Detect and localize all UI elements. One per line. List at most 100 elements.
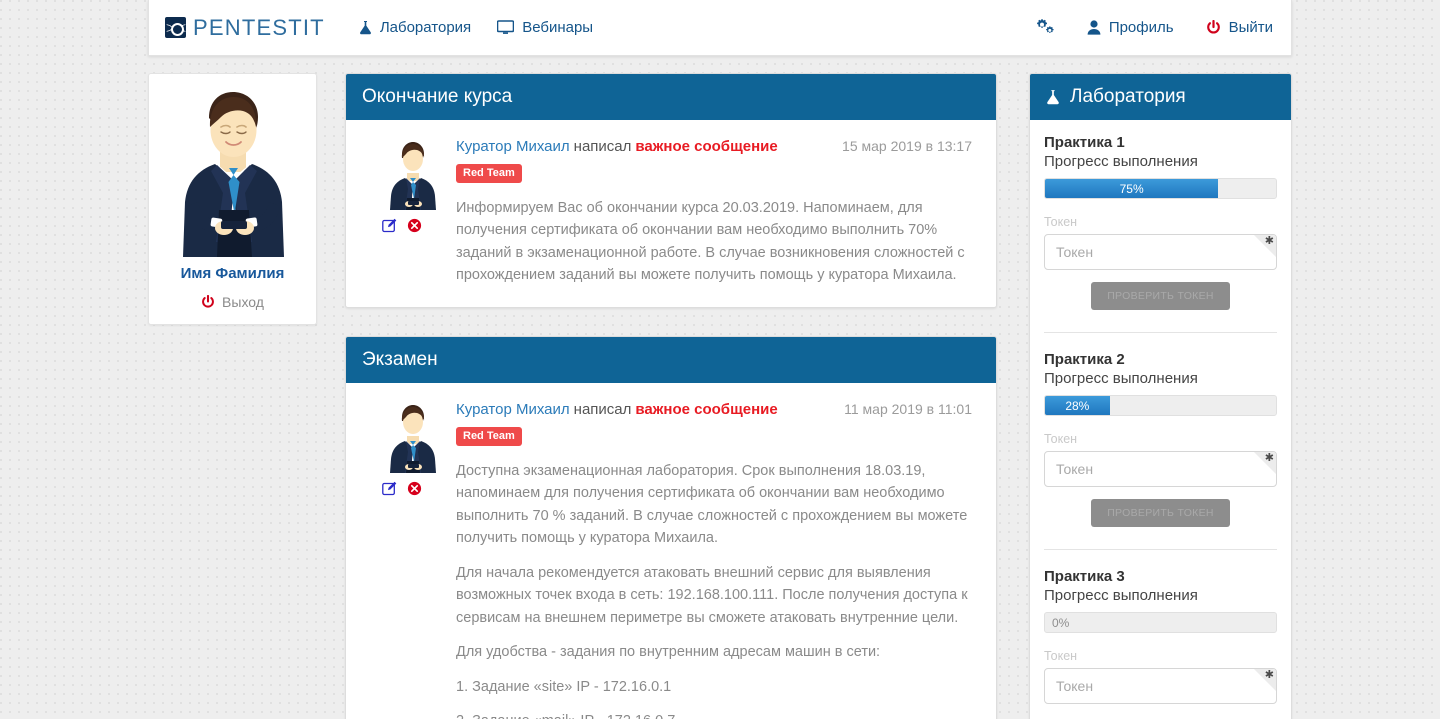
user-icon [1087, 20, 1101, 35]
post-text: Информируем Вас об окончании курса 20.03… [456, 197, 972, 287]
power-icon [1206, 20, 1221, 35]
monitor-icon [497, 20, 515, 35]
post-paragraph: Информируем Вас об окончании курса 20.03… [456, 200, 965, 284]
check-token-button[interactable]: ПРОВЕРИТЬ ТОКЕН [1091, 282, 1230, 310]
practice-block: Практика 3 Прогресс выполнения 0% Токен … [1044, 549, 1277, 708]
post-headline: Куратор Михаил написал важное сообщение … [456, 138, 972, 155]
avatar [157, 82, 310, 257]
post-paragraph: Для удобства - задания по внутренним адр… [456, 644, 881, 661]
edit-icon[interactable] [382, 218, 397, 233]
delete-circle-icon[interactable] [407, 218, 422, 233]
post-actions [382, 481, 456, 496]
power-icon [201, 295, 215, 309]
post-body: Куратор Михаил написал важное сообщение … [346, 383, 996, 719]
token-field-label: Токен [1044, 432, 1078, 446]
post-paragraph: Доступна экзаменационная лаборатория. Ср… [456, 462, 968, 547]
nav-right-group: Профиль Выйти [1036, 19, 1273, 36]
post: Куратор Михаил написал важное сообщение … [364, 401, 978, 719]
laboratory-panel-title: Лаборатория [1070, 86, 1186, 107]
practice-progress-label: Прогресс выполнения [1044, 370, 1198, 387]
laboratory-panel-body: Практика 1 Прогресс выполнения 75% Токен… [1030, 120, 1291, 719]
nav-links: Лаборатория Вебинары [359, 19, 593, 36]
token-input[interactable] [1044, 451, 1277, 487]
content-columns: Имя Фамилия Выход Окончание курса Курато… [148, 73, 1292, 719]
left-column: Имя Фамилия Выход [148, 73, 317, 719]
logout-button-label: Выйти [1228, 19, 1273, 36]
nav-item-webinars-label: Вебинары [522, 19, 594, 36]
brand-logo[interactable]: PENTESTIT [165, 15, 325, 41]
post-panel: Окончание курса Куратор Михаил написал в… [345, 73, 997, 308]
post-badge: Red Team [456, 426, 522, 446]
brand-name: PENTESTIT [193, 14, 325, 40]
token-input[interactable] [1044, 668, 1277, 704]
post-title: Окончание курса [346, 74, 996, 120]
top-navbar: PENTESTIT Лаборатория Вебинары Профиль В… [148, 0, 1292, 56]
nav-item-laboratory-label: Лаборатория [379, 19, 472, 36]
laboratory-panel: Лаборатория Практика 1 Прогресс выполнен… [1029, 73, 1292, 719]
practice-progress-label: Прогресс выполнения [1044, 587, 1198, 604]
laboratory-panel-header: Лаборатория [1030, 74, 1291, 120]
post-date: 15 мар 2019 в 13:17 [842, 138, 972, 154]
right-column: Лаборатория Практика 1 Прогресс выполнен… [1029, 73, 1292, 719]
post-task-item: 2. Задание «mail» IP - 172.16.0.7 [456, 710, 972, 719]
check-token-button[interactable]: ПРОВЕРИТЬ ТОКЕН [1091, 499, 1230, 527]
nav-item-laboratory[interactable]: Лаборатория [359, 19, 471, 36]
flask-icon [1046, 89, 1060, 105]
post-badge: Red Team [456, 164, 522, 183]
post-aside [364, 401, 456, 719]
practice-name: Практика 3 [1044, 568, 1125, 585]
post-verb: написал [573, 400, 632, 418]
token-field-label: Токен [1044, 649, 1078, 663]
progress-bar: 0% [1044, 612, 1277, 633]
post-main: Куратор Михаил написал важное сообщение … [456, 401, 978, 719]
post-aside [364, 138, 456, 287]
post-actions [382, 218, 456, 233]
profile-button-label: Профиль [1108, 19, 1174, 36]
post-subject: важное сообщение [635, 400, 778, 418]
post-verb: написал [573, 138, 632, 155]
page-root: PENTESTIT Лаборатория Вебинары Профиль В… [0, 0, 1440, 719]
post-body: Куратор Михаил написал важное сообщение … [346, 120, 996, 307]
token-field-label: Токен [1044, 215, 1078, 229]
post-text: Доступна экзаменационная лаборатория. Ср… [456, 460, 972, 719]
post-panel: Экзамен Куратор Михаил написал важное со… [345, 335, 997, 719]
progress-bar: 28% [1044, 395, 1277, 416]
settings-button[interactable] [1036, 19, 1055, 36]
post-date: 11 мар 2019 в 11:01 [844, 400, 972, 417]
post-author-avatar [382, 140, 444, 210]
profile-button[interactable]: Профиль [1087, 19, 1174, 36]
practice-name: Практика 1 [1044, 134, 1125, 151]
post-author-link[interactable]: Куратор Михаил [456, 138, 570, 155]
practice-block: Практика 1 Прогресс выполнения 75% Токен… [1044, 134, 1277, 314]
profile-logout-label: Выход [222, 294, 264, 310]
post: Куратор Михаил написал важное сообщение … [364, 138, 978, 287]
post-paragraph: Для начала рекомендуется атаковать внешн… [456, 564, 968, 626]
post-title: Экзамен [346, 336, 996, 383]
token-field-wrapper: ✱ [1044, 234, 1277, 270]
post-headline: Куратор Михаил написал важное сообщение … [456, 401, 972, 418]
flask-icon [359, 20, 372, 35]
delete-circle-icon[interactable] [407, 481, 422, 496]
logout-button[interactable]: Выйти [1206, 19, 1273, 36]
practice-progress-label: Прогресс выполнения [1044, 153, 1198, 170]
gears-icon [1036, 19, 1055, 36]
practice-name: Практика 2 [1044, 351, 1125, 368]
post-subject: важное сообщение [635, 138, 778, 155]
nav-item-webinars[interactable]: Вебинары [497, 19, 593, 36]
pentestit-logo-icon [165, 17, 186, 38]
post-main: Куратор Михаил написал важное сообщение … [456, 138, 978, 287]
post-task-item: 1. Задание «site» IP - 172.16.0.1 [456, 678, 672, 695]
practice-block: Практика 2 Прогресс выполнения 28% Токен… [1044, 332, 1277, 531]
progress-bar: 75% [1044, 178, 1277, 199]
main-column: Окончание курса Куратор Михаил написал в… [345, 73, 997, 719]
token-field-wrapper: ✱ [1044, 451, 1277, 487]
edit-icon[interactable] [382, 481, 397, 496]
post-author-link[interactable]: Куратор Михаил [456, 401, 570, 418]
progress-bar-fill: 28% [1045, 396, 1110, 415]
progress-bar-fill: 75% [1045, 179, 1219, 198]
token-input[interactable] [1044, 234, 1277, 270]
profile-name: Имя Фамилия [180, 265, 285, 282]
post-author-avatar [382, 402, 444, 473]
profile-logout-link[interactable]: Выход [157, 294, 308, 310]
profile-card: Имя Фамилия Выход [148, 73, 317, 325]
